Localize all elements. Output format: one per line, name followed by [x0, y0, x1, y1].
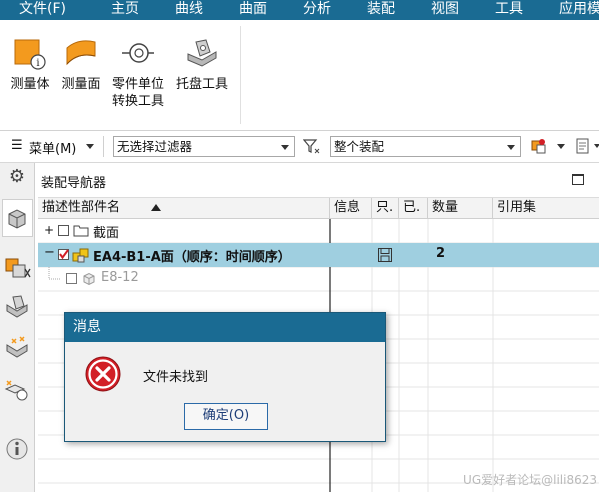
- menu-analysis[interactable]: 分析: [303, 0, 331, 20]
- info-tab[interactable]: [3, 435, 31, 463]
- menu-dropdown-arrow-icon[interactable]: [86, 144, 94, 149]
- navigator-title: 装配导航器: [41, 176, 107, 191]
- settings-dropdown-arrow-icon[interactable]: [594, 144, 599, 148]
- sort-ascending-icon: [151, 204, 161, 211]
- menu-applications[interactable]: 应用模: [559, 0, 599, 20]
- navigator-column-header: 描述性部件名 信息 只. 已. 数量 引用集: [38, 197, 599, 219]
- filter-funnel-icon[interactable]: [303, 139, 321, 155]
- settings-doc-icon[interactable]: [574, 137, 592, 156]
- forum-watermark: UG爱好者论坛@lili8623: [463, 473, 597, 487]
- column-header-reference-set[interactable]: 引用集: [493, 198, 599, 218]
- selection-filter-dropdown[interactable]: 无选择过滤器: [113, 136, 295, 157]
- reuse-library-tab[interactable]: [3, 333, 31, 361]
- ok-button[interactable]: 确定(O): [184, 403, 268, 430]
- assembly-icon: [72, 248, 89, 263]
- chevron-down-icon: [281, 145, 289, 150]
- resource-bar: ⚙: [0, 163, 35, 492]
- menu-view[interactable]: 视图: [431, 0, 459, 20]
- selection-scope-dropdown[interactable]: 整个装配: [330, 136, 521, 157]
- tree-row-section[interactable]: + 截面: [38, 219, 599, 243]
- assembly-component-icon[interactable]: [530, 137, 550, 156]
- save-disk-icon: [378, 248, 392, 262]
- menu-assembly[interactable]: 装配: [367, 0, 395, 20]
- menu-curve[interactable]: 曲线: [175, 0, 203, 20]
- red-check-icon: [59, 249, 69, 260]
- dialog-message: 文件未找到: [143, 370, 209, 385]
- tree-row-label: 截面: [93, 226, 120, 241]
- part-unit-convert-label-line1: 零件单位: [111, 77, 164, 92]
- tree-row-component[interactable]: E8-12: [38, 267, 599, 291]
- quantity-value: 2: [436, 246, 446, 261]
- hd3d-tools-icon: [4, 380, 28, 401]
- ribbon: i 测量体 测量面 零件单位 转换工具 托盘工具: [0, 20, 599, 131]
- visibility-checkbox[interactable]: [58, 225, 69, 236]
- part-unit-convert-icon: [122, 43, 154, 63]
- gear-icon[interactable]: ⚙: [3, 165, 31, 193]
- tree-row-label: EA4-B1-A面（顺序：时间顺序）: [93, 250, 291, 265]
- pallet-tool-button[interactable]: 托盘工具: [170, 20, 234, 130]
- visibility-checkbox-checked[interactable]: [58, 249, 69, 260]
- folder-icon: [73, 225, 89, 237]
- constraint-navigator-tab[interactable]: [3, 253, 31, 281]
- menu-home[interactable]: 主页: [111, 0, 139, 20]
- menu-tools[interactable]: 工具: [495, 0, 523, 20]
- visibility-checkbox[interactable]: [66, 273, 77, 284]
- ribbon-separator: [240, 26, 241, 124]
- component-part-icon: [83, 272, 95, 286]
- expand-plus-icon[interactable]: +: [44, 223, 54, 237]
- column-part-name-label: 描述性部件名: [42, 200, 121, 215]
- component-dropdown-arrow-icon[interactable]: [557, 144, 565, 149]
- selection-filter-value: 无选择过滤器: [117, 139, 193, 154]
- collapse-minus-icon[interactable]: −: [44, 246, 55, 260]
- menu-bar: 文件(F) 主页 曲线 曲面 分析 装配 视图 工具 应用模: [0, 0, 599, 20]
- selection-bar: ☰ 菜单(M) 无选择过滤器 整个装配: [0, 131, 599, 163]
- measure-face-icon: [66, 40, 96, 66]
- menu-button[interactable]: 菜单(M): [29, 138, 76, 157]
- tree-row-label: E8-12: [101, 270, 139, 285]
- measure-face-button[interactable]: 测量面: [56, 20, 106, 130]
- assembly-navigator-tab[interactable]: [2, 199, 33, 237]
- selection-scope-value: 整个装配: [334, 139, 385, 154]
- part-unit-convert-label-line2: 转换工具: [111, 94, 164, 109]
- part-unit-convert-label: 零件单位 转换工具: [106, 76, 170, 110]
- column-header-info[interactable]: 信息: [330, 198, 372, 218]
- reuse-library-icon: [6, 336, 28, 358]
- info-circle-icon: [6, 438, 28, 460]
- tree-connector: [48, 267, 60, 280]
- measure-body-button[interactable]: i 测量体: [4, 20, 56, 130]
- part-unit-convert-button[interactable]: 零件单位 转换工具: [106, 20, 170, 130]
- hd3d-tools-tab[interactable]: [3, 375, 31, 403]
- message-dialog: 消息 文件未找到 确定(O): [64, 312, 386, 442]
- tree-row-assembly-selected[interactable]: − EA4-B1-A面（顺序：时间顺序） 2: [38, 243, 599, 267]
- svg-text:i: i: [36, 58, 39, 69]
- menu-surface[interactable]: 曲面: [239, 0, 267, 20]
- maximize-icon[interactable]: [572, 174, 584, 185]
- column-header-readonly[interactable]: 只.: [372, 198, 399, 218]
- chevron-down-icon: [507, 145, 515, 150]
- dialog-title: 消息: [65, 313, 385, 342]
- part-navigator-tab[interactable]: [3, 293, 31, 321]
- column-header-quantity[interactable]: 数量: [428, 198, 493, 218]
- assembly-navigator-icon: [8, 209, 26, 229]
- constraint-navigator-icon: [5, 258, 31, 278]
- column-header-part-name[interactable]: 描述性部件名: [38, 198, 330, 218]
- menu-file[interactable]: 文件(F): [19, 0, 66, 20]
- measure-body-icon: i: [14, 39, 46, 70]
- error-icon: [85, 356, 121, 392]
- toolbar-separator: [103, 136, 104, 157]
- hamburger-icon: ☰: [11, 138, 23, 153]
- column-header-modified[interactable]: 已.: [399, 198, 428, 218]
- measure-face-label: 测量面: [61, 77, 101, 92]
- measure-body-label: 测量体: [10, 77, 50, 92]
- pallet-tool-icon: [187, 39, 217, 67]
- pallet-tool-label: 托盘工具: [175, 77, 228, 92]
- part-navigator-icon: [6, 295, 28, 318]
